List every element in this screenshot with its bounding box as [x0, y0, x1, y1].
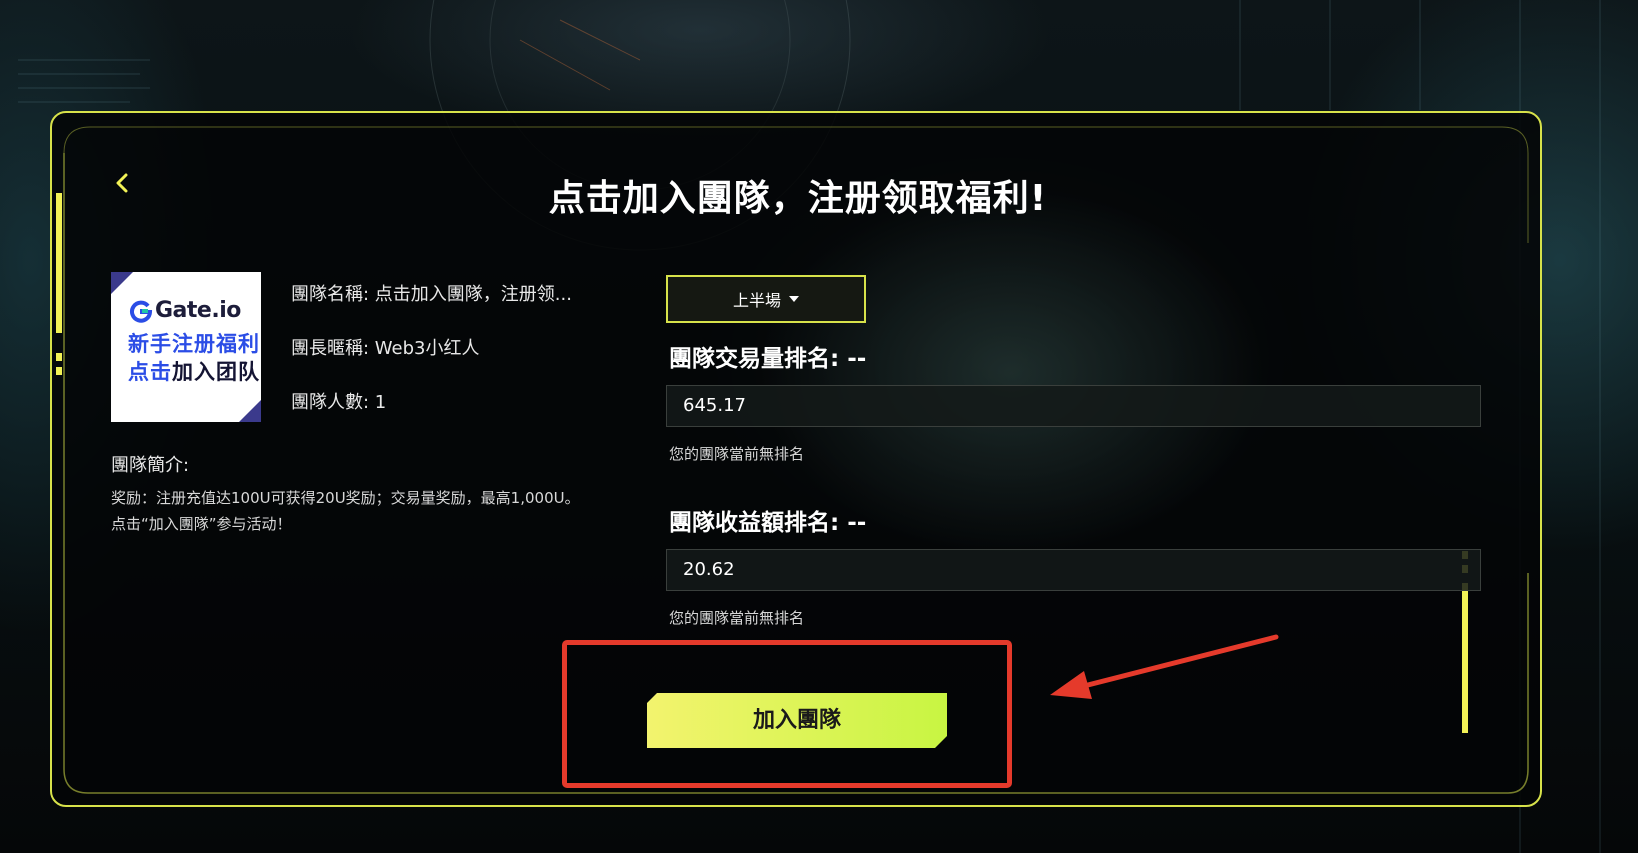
profit-rank-note: 您的團隊當前無排名 — [669, 609, 805, 627]
avatar-corner-decoration — [239, 400, 261, 422]
team-intro-text: 奖励：注册充值达100U可获得20U奖励；交易量奖励，最高1,000U。点击“加… — [111, 489, 580, 533]
join-team-button[interactable]: 加入團隊 — [647, 693, 947, 748]
team-leader-row: 團長暱稱: Web3小红人 — [291, 338, 480, 359]
avatar-promo-line1: 新手注册福利 — [128, 332, 260, 356]
team-members-value: 1 — [374, 392, 387, 413]
brand-name: Gate.io — [155, 298, 241, 323]
brand-logo: Gate.io — [129, 298, 241, 323]
team-members-label: 團隊人數 — [291, 392, 363, 413]
volume-value-field: 645.17 — [666, 385, 1481, 427]
team-name-value: 点击加入團隊，注册领... — [374, 284, 572, 305]
caret-down-icon — [789, 296, 799, 302]
volume-rank-note: 您的團隊當前無排名 — [669, 445, 805, 463]
team-name-row: 團隊名稱: 点击加入團隊，注册领... — [291, 284, 572, 305]
session-select-value: 上半場 — [732, 291, 781, 310]
join-team-panel: 点击加入團隊，注册领取福利! Gate.io 新手注册福利 点击加入团队 團隊名… — [50, 111, 1542, 807]
team-intro-heading: 團隊簡介: — [111, 455, 190, 476]
avatar-promo-click: 点击 — [128, 360, 172, 384]
page-background: 点击加入團隊，注册领取福利! Gate.io 新手注册福利 点击加入团队 團隊名… — [0, 0, 1638, 853]
team-name-label: 團隊名稱 — [291, 284, 363, 305]
profit-rank-title: 團隊收益額排名: -- — [669, 510, 867, 536]
join-team-label: 加入團隊 — [752, 708, 841, 733]
team-leader-label: 團長暱稱 — [291, 338, 363, 359]
profit-value-field: 20.62 — [666, 549, 1481, 591]
volume-rank-title: 團隊交易量排名: -- — [669, 346, 867, 372]
avatar-corner-decoration — [111, 272, 133, 294]
team-members-row: 團隊人數: 1 — [291, 392, 387, 413]
session-select[interactable]: 上半場 — [666, 275, 866, 323]
team-leader-value: Web3小红人 — [374, 338, 480, 359]
team-avatar: Gate.io 新手注册福利 点击加入团队 — [111, 272, 261, 422]
avatar-promo-line2: 点击加入团队 — [128, 356, 260, 386]
avatar-promo-join: 加入团队 — [172, 360, 260, 384]
gate-logo-icon — [130, 300, 153, 323]
page-title: 点击加入團隊，注册领取福利! — [548, 178, 1048, 219]
